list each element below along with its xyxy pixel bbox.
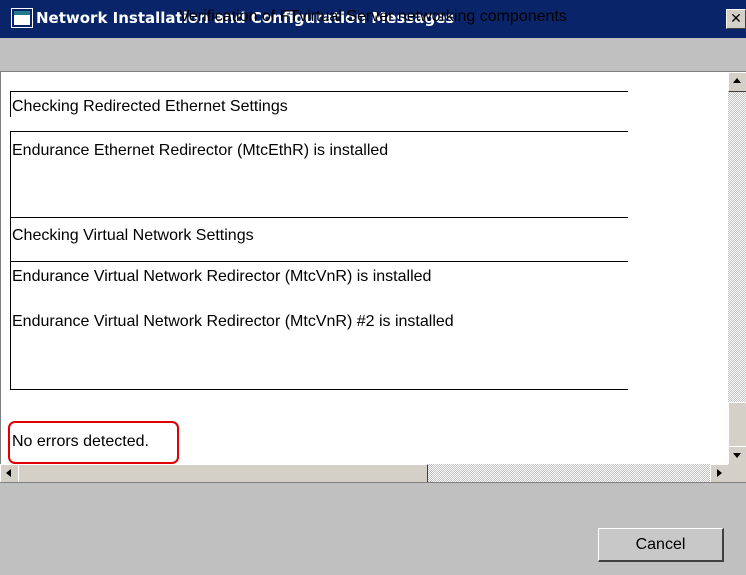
separator-line — [10, 217, 11, 262]
horizontal-scrollbar[interactable] — [0, 464, 730, 484]
scroll-up-button[interactable] — [728, 72, 746, 92]
arrow-right-icon — [717, 469, 722, 477]
scroll-right-button[interactable] — [710, 464, 730, 484]
message-vnr-installed: Endurance Virtual Network Redirector (Mt… — [12, 268, 432, 285]
message-vnr2-installed: Endurance Virtual Network Redirector (Mt… — [12, 313, 454, 330]
message-log[interactable]: Checking Redirected Ethernet Settings En… — [0, 72, 728, 464]
separator-line — [10, 261, 628, 262]
separator-line — [10, 131, 11, 217]
horizontal-scroll-thumb[interactable] — [18, 464, 428, 484]
arrow-down-icon — [733, 453, 741, 458]
scrollbar-corner — [728, 464, 746, 482]
arrow-up-icon — [733, 78, 741, 83]
separator-line — [10, 261, 11, 389]
separator-line — [10, 91, 628, 92]
vertical-scroll-thumb[interactable] — [728, 402, 746, 448]
message-checking-virtual: Checking Virtual Network Settings — [12, 227, 254, 244]
arrow-left-icon — [6, 469, 11, 477]
separator-line — [10, 131, 628, 132]
highlight-box — [8, 421, 179, 464]
cancel-button[interactable]: Cancel — [598, 528, 724, 562]
separator-line — [10, 217, 628, 218]
scroll-left-button[interactable] — [0, 464, 20, 484]
separator-line — [10, 389, 628, 390]
header-band — [0, 38, 746, 72]
vertical-scrollbar[interactable] — [728, 72, 746, 466]
header-text: Verification of FTvirtual Server network… — [179, 8, 567, 25]
message-ethernet-installed: Endurance Ethernet Redirector (MtcEthR) … — [12, 142, 389, 159]
scroll-down-button[interactable] — [728, 446, 746, 466]
separator-line — [10, 91, 11, 117]
message-checking-ethernet: Checking Redirected Ethernet Settings — [12, 98, 288, 115]
